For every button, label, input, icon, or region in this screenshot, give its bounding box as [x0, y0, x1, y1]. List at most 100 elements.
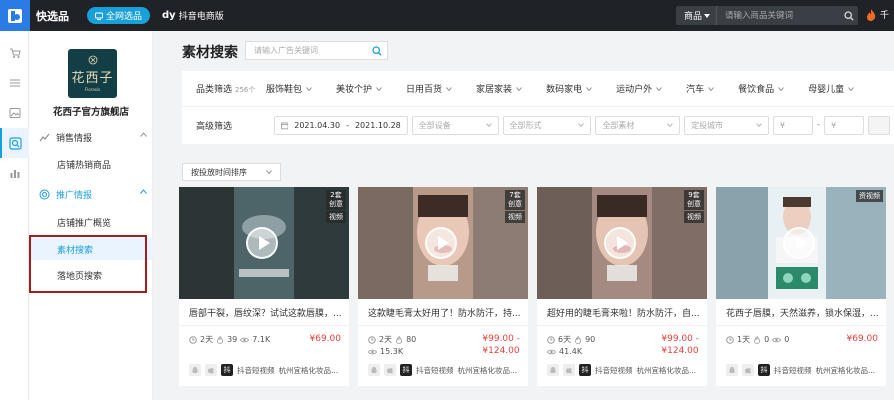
rail-stats[interactable]	[0, 158, 29, 188]
ad-keyword-input[interactable]	[246, 46, 367, 55]
price-min: ¥99.00 -	[482, 334, 520, 344]
creative-count-badge: 2套 创意	[326, 190, 346, 210]
fire-icon	[396, 335, 403, 344]
all-network-pill[interactable]: 全网选品	[87, 7, 151, 24]
sort-value: 按投放时间排序	[191, 167, 247, 177]
rail-image[interactable]	[0, 98, 29, 128]
category-baby[interactable]: 母婴儿童	[808, 82, 855, 95]
filter-apply-button[interactable]	[868, 115, 890, 135]
views-value: 15.3K	[380, 347, 404, 356]
card-footer: 抖 抖音短视频 杭州宜格化妆品...	[189, 364, 338, 376]
sidebar-item-label: 素材搜索	[57, 245, 94, 256]
category-label: 家居家装	[476, 85, 513, 95]
city-select[interactable]: 定投城市	[684, 115, 769, 135]
category-food[interactable]: 餐饮食品	[738, 82, 785, 95]
global-search-input[interactable]	[717, 10, 840, 21]
sort-select[interactable]: 按投放时间排序	[182, 163, 281, 181]
material-card[interactable]: 9套 创意 视频 超好用的睫毛膏来啦！防水防汗，自... 6天 90 41.4K …	[537, 187, 707, 386]
date-start: 2021.04.30	[294, 120, 341, 130]
calendar-icon	[280, 122, 289, 129]
category-label: 母婴儿童	[808, 85, 845, 95]
rail-list[interactable]	[0, 68, 29, 98]
likes-value: 39	[227, 335, 238, 344]
video-thumbnail[interactable]: 9套 创意 视频	[537, 187, 707, 299]
price-max-input[interactable]: ¥	[824, 115, 865, 135]
card-divider	[537, 325, 707, 326]
menu-group-label: 推广情报	[56, 190, 93, 201]
price-min-input[interactable]: ¥	[772, 115, 813, 135]
creative-count-badge: 7套 创意	[505, 190, 525, 210]
sidebar-item-promotion-overview[interactable]: 店铺推广概览	[29, 211, 153, 233]
search-category-select[interactable]: 商品	[676, 6, 718, 25]
video-thumbnail[interactable]: 7套 创意 视频	[358, 187, 528, 299]
shop-name: 花西子官方旗舰店	[52, 107, 129, 118]
category-daily[interactable]: 日用百货	[406, 82, 452, 95]
fire-icon	[217, 335, 224, 344]
material-card[interactable]: 2套 创意 视频 唇部干裂，唇纹深？试试这款唇膜，... 2天 39 7.1K ¥…	[179, 187, 349, 386]
rail-cart[interactable]	[0, 38, 29, 68]
app-logo[interactable]	[0, 0, 30, 31]
badge-count: 9套	[688, 191, 700, 199]
format-value: 全部形式	[509, 120, 542, 130]
platform-name: 抖音短视频	[237, 365, 275, 375]
card-title[interactable]: 超好用的睫毛膏来啦！防水防汗，自...	[547, 306, 699, 319]
device-select[interactable]: 全部设备	[411, 115, 499, 135]
menu-group-promotion[interactable]: 推广情报	[29, 184, 153, 204]
card-title[interactable]: 花西子唇膜，天然滋养，锁水保湿，...	[726, 306, 878, 319]
brand-name: 快选品	[36, 9, 69, 23]
shop-sidebar: 花西子 Florasis 花西子官方旗舰店 销售情报 店铺热销商品 推广情报 店…	[29, 31, 153, 400]
category-sports[interactable]: 运动户外	[616, 82, 662, 95]
chevron-down-icon	[266, 170, 272, 174]
flower-emblem-icon	[88, 55, 97, 65]
views-value: 0	[784, 335, 790, 344]
ad-search-button[interactable]	[367, 45, 387, 56]
global-search-button[interactable]	[840, 10, 858, 21]
menu-group-sales[interactable]: 销售情报	[29, 127, 153, 147]
video-type-badge: 视频	[326, 211, 346, 223]
badge-text: 创意	[508, 200, 522, 208]
card-title[interactable]: 这款睫毛膏太好用了！防水防汗，持...	[368, 306, 520, 319]
company-name: 杭州宜格化妆品...	[815, 365, 876, 375]
apple-icon	[742, 364, 754, 376]
video-thumbnail[interactable]: 资视频	[716, 187, 886, 299]
material-card[interactable]: 7套 创意 视频 这款睫毛膏太好用了！防水防汗，持... 2天 80 15.3K …	[358, 187, 528, 386]
platform-name: 抖音短视频	[774, 365, 812, 375]
play-button-icon[interactable]	[425, 227, 457, 259]
apple-icon	[563, 364, 575, 376]
shop-logo[interactable]: 花西子 Florasis	[68, 49, 117, 98]
category-apparel[interactable]: 服饰鞋包	[266, 82, 312, 95]
list-icon	[9, 79, 20, 87]
material-card[interactable]: 资视频 花西子唇膜，天然滋养，锁水保湿，... 1天 0 0 ¥69.00 抖 …	[716, 187, 886, 386]
platform-name: 抖音短视频	[416, 365, 454, 375]
douyin-edition-link[interactable]: dy 抖音电商版	[162, 9, 224, 22]
price-range-separator: -	[816, 120, 821, 130]
douyin-label: 抖音电商版	[178, 12, 224, 22]
format-select[interactable]: 全部形式	[502, 115, 592, 135]
chevron-down-icon	[656, 86, 662, 91]
material-select[interactable]: 全部素材	[595, 115, 681, 135]
date-range-picker[interactable]: 2021.04.30 - 2021.10.28	[273, 115, 408, 135]
apple-icon	[205, 364, 217, 376]
category-auto[interactable]: 汽车	[686, 82, 714, 95]
play-button-icon[interactable]	[246, 227, 278, 259]
advanced-filter-label: 高级筛选	[196, 121, 233, 132]
user-menu[interactable]: 千	[866, 8, 889, 21]
sidebar-item-landing-search[interactable]: 落地页搜索	[29, 264, 153, 286]
chevron-up-icon	[140, 132, 147, 137]
rail-search-material[interactable]	[0, 128, 29, 158]
price-max-symbol: ¥	[831, 120, 837, 130]
category-label: 汽车	[686, 85, 705, 95]
category-beauty[interactable]: 美妆个护	[336, 82, 382, 95]
category-label: 数码家电	[546, 85, 583, 95]
video-thumbnail[interactable]: 2套 创意 视频	[179, 187, 349, 299]
sidebar-item-material-search[interactable]: 素材搜索	[29, 238, 153, 260]
sidebar-item-hot-products[interactable]: 店铺热销商品	[29, 153, 153, 175]
card-title[interactable]: 唇部干裂，唇纹深？试试这款唇膜，...	[189, 306, 341, 319]
category-label: 运动户外	[616, 85, 653, 95]
play-button-icon[interactable]	[783, 227, 815, 259]
category-digital[interactable]: 数码家电	[546, 82, 592, 95]
douyin-icon: 抖	[221, 364, 233, 376]
card-divider	[179, 325, 349, 326]
play-button-icon[interactable]	[604, 227, 636, 259]
category-home[interactable]: 家居家装	[476, 82, 522, 95]
